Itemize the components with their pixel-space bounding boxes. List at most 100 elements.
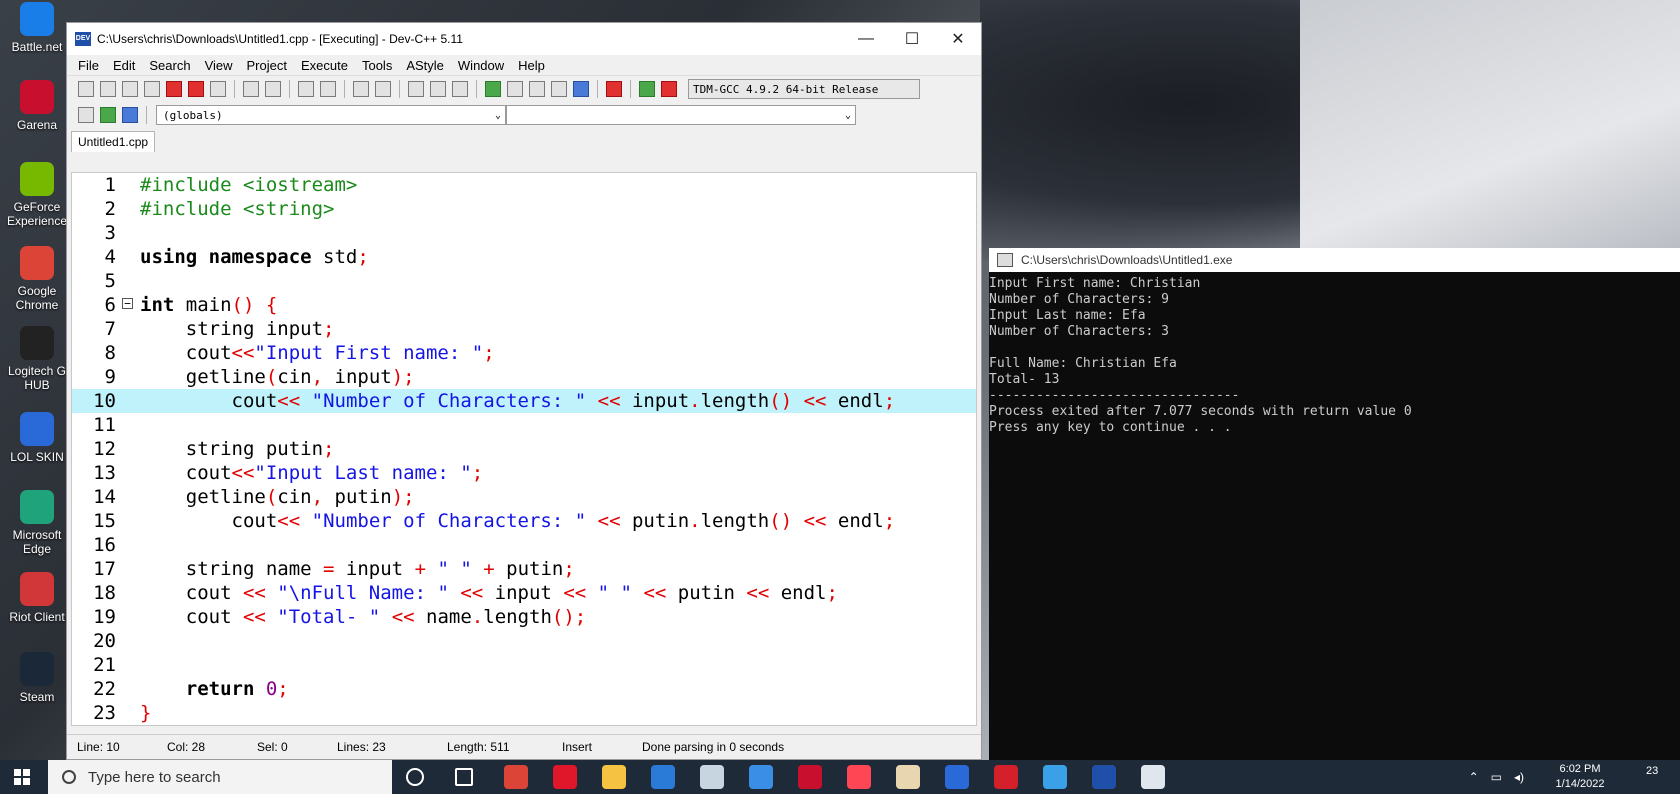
- profile-icon[interactable]: [639, 81, 655, 97]
- acrobat-icon[interactable]: [994, 765, 1018, 789]
- start-icon[interactable]: [14, 769, 30, 785]
- chrome-icon[interactable]: [504, 765, 528, 789]
- code-line[interactable]: 7 string input;: [72, 317, 976, 341]
- print-icon[interactable]: [210, 81, 226, 97]
- chevron-up-icon[interactable]: ⌃: [1469, 770, 1479, 784]
- code-line[interactable]: 6− int main() {: [72, 293, 976, 317]
- devcpp-icon[interactable]: [1092, 765, 1116, 789]
- close-all-icon[interactable]: [188, 81, 204, 97]
- syntax-check-icon[interactable]: [573, 81, 589, 97]
- console-window[interactable]: C:\Users\chris\Downloads\Untitled1.exe I…: [989, 248, 1680, 760]
- notification-center-button[interactable]: 23: [1646, 765, 1670, 787]
- code-line[interactable]: 19 cout << "Total- " << name.length();: [72, 605, 976, 629]
- menu-item-edit[interactable]: Edit: [106, 58, 142, 73]
- add-to-project-icon[interactable]: [100, 107, 116, 123]
- bookmark-icon[interactable]: [452, 81, 468, 97]
- steam-icon[interactable]: [700, 765, 724, 789]
- close-file-icon[interactable]: [166, 81, 182, 97]
- code-line[interactable]: 22 return 0;: [72, 677, 976, 701]
- desktop-shortcut[interactable]: Steam: [4, 652, 70, 704]
- opera-icon[interactable]: [553, 765, 577, 789]
- menu-item-astyle[interactable]: AStyle: [399, 58, 451, 73]
- code-line[interactable]: 1 #include <iostream>: [72, 173, 976, 197]
- code-line[interactable]: 11: [72, 413, 976, 437]
- compile-run-icon[interactable]: [529, 81, 545, 97]
- project-icon[interactable]: [78, 107, 94, 123]
- browser-icon[interactable]: [1043, 765, 1067, 789]
- clock[interactable]: 6:02 PM 1/14/2022: [1540, 762, 1620, 792]
- console-app-icon[interactable]: [1141, 765, 1165, 789]
- task-view-icon[interactable]: [455, 768, 473, 786]
- malwarebytes-icon[interactable]: [945, 765, 969, 789]
- unindent-icon[interactable]: [375, 81, 391, 97]
- title-bar[interactable]: DEV C:\Users\chris\Downloads\Untitled1.c…: [67, 23, 981, 55]
- desktop-shortcut[interactable]: Battle.net: [4, 2, 70, 54]
- code-line[interactable]: 9 getline(cin, input);: [72, 365, 976, 389]
- class-combo[interactable]: (globals) ⌄: [156, 105, 506, 125]
- fold-toggle-icon[interactable]: −: [122, 298, 133, 309]
- minimize-button[interactable]: —: [843, 23, 889, 55]
- open-file-icon[interactable]: [100, 81, 116, 97]
- rebuild-icon[interactable]: [551, 81, 567, 97]
- stop-execution-icon[interactable]: [606, 81, 622, 97]
- save-icon[interactable]: [122, 81, 138, 97]
- save-all-icon[interactable]: [144, 81, 160, 97]
- code-line[interactable]: 15 cout<< "Number of Characters: " << pu…: [72, 509, 976, 533]
- code-line[interactable]: 4 using namespace std;: [72, 245, 976, 269]
- code-line[interactable]: 5: [72, 269, 976, 293]
- code-line[interactable]: 18 cout << "\nFull Name: " << input << "…: [72, 581, 976, 605]
- genshin-icon[interactable]: [896, 765, 920, 789]
- file-explorer-icon[interactable]: [602, 765, 626, 789]
- taskbar-search[interactable]: Type here to search: [48, 760, 392, 794]
- code-line[interactable]: 23}: [72, 701, 976, 725]
- compile-icon[interactable]: [485, 81, 501, 97]
- indent-icon[interactable]: [353, 81, 369, 97]
- back-icon[interactable]: [408, 81, 424, 97]
- code-line[interactable]: 12 string putin;: [72, 437, 976, 461]
- code-line[interactable]: 10 cout<< "Number of Characters: " << in…: [72, 389, 976, 413]
- desktop-shortcut[interactable]: GeForce Experience: [4, 162, 70, 228]
- code-line[interactable]: 13 cout<<"Input Last name: ";: [72, 461, 976, 485]
- valorant-icon[interactable]: [847, 765, 871, 789]
- code-line[interactable]: 20: [72, 629, 976, 653]
- code-line[interactable]: 21: [72, 653, 976, 677]
- network-icon[interactable]: ▭: [1491, 770, 1502, 784]
- desktop-shortcut[interactable]: LOL SKIN: [4, 412, 70, 464]
- desktop-shortcut[interactable]: Riot Client: [4, 572, 70, 624]
- undo-icon[interactable]: [243, 81, 259, 97]
- store-icon[interactable]: [749, 765, 773, 789]
- project-options-icon[interactable]: [122, 107, 138, 123]
- run-icon[interactable]: [507, 81, 523, 97]
- code-line[interactable]: 8 cout<<"Input First name: ";: [72, 341, 976, 365]
- desktop-shortcut[interactable]: Logitech G HUB: [4, 326, 70, 392]
- cortana-icon[interactable]: [406, 768, 424, 786]
- menu-item-tools[interactable]: Tools: [355, 58, 399, 73]
- desktop-shortcut[interactable]: Microsoft Edge: [4, 490, 70, 556]
- code-line[interactable]: 17 string name = input + " " + putin;: [72, 557, 976, 581]
- menu-item-help[interactable]: Help: [511, 58, 552, 73]
- compiler-select[interactable]: TDM-GCC 4.9.2 64-bit Release: [688, 79, 920, 99]
- console-title-bar[interactable]: C:\Users\chris\Downloads\Untitled1.exe: [989, 248, 1680, 272]
- desktop-shortcut[interactable]: Garena: [4, 80, 70, 132]
- menu-item-search[interactable]: Search: [142, 58, 197, 73]
- menu-item-project[interactable]: Project: [240, 58, 294, 73]
- code-line[interactable]: 3: [72, 221, 976, 245]
- menu-item-file[interactable]: File: [71, 58, 106, 73]
- volume-icon[interactable]: ◂): [1514, 770, 1524, 784]
- garena-icon[interactable]: [798, 765, 822, 789]
- find-icon[interactable]: [298, 81, 314, 97]
- menu-item-window[interactable]: Window: [451, 58, 511, 73]
- close-button[interactable]: ✕: [935, 23, 981, 55]
- maximize-button[interactable]: ☐: [889, 23, 935, 55]
- replace-icon[interactable]: [320, 81, 336, 97]
- member-combo[interactable]: ⌄: [506, 105, 856, 125]
- code-line[interactable]: 16: [72, 533, 976, 557]
- code-line[interactable]: 2 #include <string>: [72, 197, 976, 221]
- desktop-shortcut[interactable]: Google Chrome: [4, 246, 70, 312]
- code-line[interactable]: 14 getline(cin, putin);: [72, 485, 976, 509]
- code-editor[interactable]: 1 #include <iostream> 2 #include <string> 3 4…: [71, 172, 977, 726]
- menu-item-view[interactable]: View: [198, 58, 240, 73]
- mail-icon[interactable]: [651, 765, 675, 789]
- forward-icon[interactable]: [430, 81, 446, 97]
- tab-untitled1[interactable]: Untitled1.cpp: [71, 131, 156, 152]
